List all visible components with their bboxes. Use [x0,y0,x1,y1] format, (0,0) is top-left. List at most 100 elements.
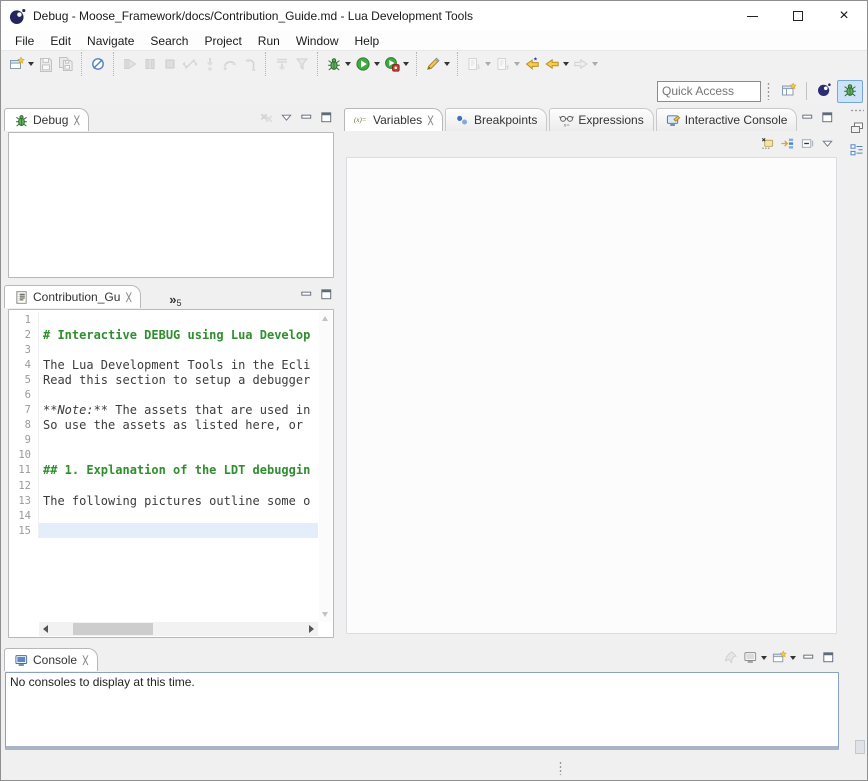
minimize-view-button[interactable] [800,110,815,125]
horizontal-scroll-thumb[interactable] [73,623,153,635]
forward-button[interactable] [571,53,600,75]
editor-line-9[interactable]: 9 [10,433,318,448]
previous-annotation-button[interactable] [493,53,522,75]
minimize-window-button[interactable] [729,1,775,31]
editor-line-7[interactable]: 7**Note:** The assets that are used in [10,403,318,418]
open-console-button[interactable] [772,650,796,665]
dropdown-arrow-icon[interactable] [592,62,598,66]
menu-help[interactable]: Help [347,32,388,50]
minimize-view-button[interactable] [299,110,314,125]
editor-line-3[interactable]: 3 [10,342,318,357]
collapse-all-button[interactable] [800,136,815,151]
editor-line-13[interactable]: 13The following pictures outline some o [10,493,318,508]
editor-line-2[interactable]: 2# Interactive DEBUG using Lua Develop [10,327,318,342]
pin-console-button[interactable] [723,650,738,665]
tab-contribution-gu[interactable]: Contribution_Gu╳ [4,285,141,308]
editor-line-8[interactable]: 8So use the assets as listed here, or [10,418,318,433]
menu-run[interactable]: Run [250,32,288,50]
menu-edit[interactable]: Edit [42,32,79,50]
external-tools-button[interactable] [423,53,452,75]
resume-button[interactable] [120,53,140,75]
next-annotation-button[interactable] [464,53,493,75]
outline-view-button[interactable] [848,142,866,160]
minimize-view-button[interactable] [299,287,314,302]
status-drag-handle[interactable] [559,761,562,775]
maximize-view-button[interactable] [319,287,334,302]
scroll-right-icon[interactable] [309,625,314,633]
lua-perspective-button[interactable] [811,80,837,103]
editor-line-10[interactable]: 10 [10,448,318,463]
disconnect-button[interactable] [180,53,200,75]
editor-line-15[interactable]: 15 [10,523,318,538]
dropdown-arrow-icon[interactable] [403,62,409,66]
scroll-left-icon[interactable] [43,625,48,633]
step-return-button[interactable] [240,53,260,75]
variables-tree-area[interactable] [346,157,837,634]
dropdown-arrow-icon[interactable] [28,62,34,66]
view-menu-button[interactable] [820,136,835,151]
editor-lines[interactable]: 12# Interactive DEBUG using Lua Develop3… [10,312,318,621]
editor-line-11[interactable]: 11## 1. Explanation of the LDT debuggin [10,463,318,478]
editor-line-4[interactable]: 4The Lua Development Tools in the Ecli [10,357,318,372]
editor-horizontal-scrollbar[interactable] [39,622,318,636]
maximize-window-button[interactable] [775,1,821,31]
view-menu-button[interactable] [279,110,294,125]
save-button[interactable] [36,53,56,75]
back-button[interactable] [542,53,571,75]
debug-perspective-button[interactable] [837,80,863,103]
editor-vertical-scrollbar[interactable] [319,311,332,622]
restore-views-button[interactable] [848,120,866,138]
menu-search[interactable]: Search [142,32,196,50]
close-window-button[interactable]: × [821,1,867,31]
close-tab-icon[interactable]: ╳ [83,656,88,665]
menu-project[interactable]: Project [196,32,249,50]
tab-breakpoints[interactable]: Breakpoints [445,108,547,131]
quick-access-input[interactable] [657,81,761,102]
tab-variables[interactable]: (x)=Variables╳ [344,108,443,131]
show-type-names-button[interactable] [760,136,775,151]
console-output-area[interactable]: No consoles to display at this time. [5,672,839,750]
remove-all-terminated-button[interactable] [259,110,274,125]
last-edit-location-button[interactable] [522,53,542,75]
display-selected-console-button[interactable] [743,650,767,665]
editor-line-6[interactable]: 6 [10,387,318,402]
editor-line-5[interactable]: 5Read this section to setup a debugger [10,372,318,387]
hidden-editors-chevron[interactable]: »5 [169,289,181,308]
close-tab-icon[interactable]: ╳ [126,293,131,302]
dropdown-arrow-icon[interactable] [345,62,351,66]
run-button[interactable] [353,53,382,75]
minimize-view-button[interactable] [801,650,816,665]
menu-navigate[interactable]: Navigate [79,32,142,50]
dropdown-arrow-icon[interactable] [790,656,796,660]
editor-line-1[interactable]: 1 [10,312,318,327]
scroll-down-icon[interactable] [322,612,328,617]
dropdown-arrow-icon[interactable] [514,62,520,66]
drop-to-frame-button[interactable] [272,53,292,75]
terminate-button[interactable] [160,53,180,75]
open-perspective-button[interactable] [776,80,802,103]
dropdown-arrow-icon[interactable] [485,62,491,66]
dropdown-arrow-icon[interactable] [761,656,767,660]
step-over-button[interactable] [220,53,240,75]
debug-button[interactable] [324,53,353,75]
new-wizard-button[interactable] [7,53,36,75]
editor-line-12[interactable]: 12 [10,478,318,493]
step-into-button[interactable] [200,53,220,75]
maximize-view-button[interactable] [319,110,334,125]
menu-file[interactable]: File [7,32,42,50]
dropdown-arrow-icon[interactable] [563,62,569,66]
scroll-up-icon[interactable] [322,316,328,321]
editor-text-area[interactable]: 12# Interactive DEBUG using Lua Develop3… [8,309,334,638]
maximize-view-button[interactable] [821,650,836,665]
save-all-button[interactable] [56,53,76,75]
show-logical-structure-button[interactable] [780,136,795,151]
menu-window[interactable]: Window [288,32,347,50]
close-tab-icon[interactable]: ╳ [428,116,433,125]
window-resize-grip[interactable] [855,740,865,754]
tab-console[interactable]: Console╳ [4,648,98,671]
close-tab-icon[interactable]: ╳ [74,116,79,125]
tab-debug[interactable]: Debug╳ [4,108,89,131]
use-step-filters-button[interactable] [292,53,312,75]
run-coverage-button[interactable] [382,53,411,75]
maximize-view-button[interactable] [820,110,835,125]
